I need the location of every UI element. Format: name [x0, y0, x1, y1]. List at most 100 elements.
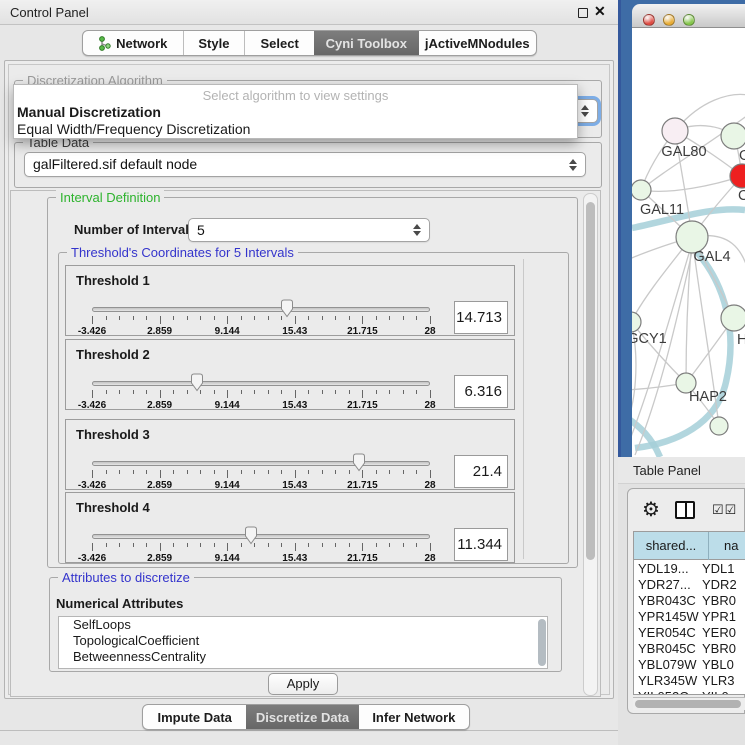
- tab-select[interactable]: Select: [244, 31, 314, 55]
- network-node-GAL80[interactable]: [662, 118, 688, 144]
- network-node-GAL11[interactable]: [632, 180, 651, 200]
- tab-jactivemnodules[interactable]: jActiveMNodules: [419, 31, 536, 55]
- network-node-H[interactable]: [721, 305, 745, 331]
- threshold-row: Threshold 3 -3.4262.8599.14415.4321.7152…: [65, 419, 515, 490]
- threshold-slider[interactable]: -3.4262.8599.14415.4321.71528: [92, 294, 430, 336]
- cell-name[interactable]: YDR2: [702, 577, 745, 593]
- algorithm-option-manual[interactable]: Manual Discretization: [17, 104, 161, 120]
- tick-mark: [200, 543, 201, 547]
- cell-name[interactable]: YDL1: [702, 561, 745, 577]
- attributes-scrollbar[interactable]: [538, 619, 546, 666]
- cell-shared-name[interactable]: YBR045C: [638, 641, 708, 657]
- cell-shared-name[interactable]: YPR145W: [638, 609, 708, 625]
- tab-network[interactable]: Network: [83, 31, 183, 55]
- traffic-light-zoom-button[interactable]: [683, 14, 695, 26]
- algorithm-option-equal-width[interactable]: Equal Width/Frequency Discretization: [17, 121, 250, 137]
- cell-name[interactable]: YIL0: [702, 689, 745, 695]
- tab-style-label: Style: [198, 36, 229, 51]
- tick-mark: [389, 390, 390, 394]
- cell-name[interactable]: YPR1: [702, 609, 745, 625]
- number-of-intervals-combobox[interactable]: 5: [188, 218, 430, 242]
- table-row[interactable]: YLR345W YLR3: [634, 673, 745, 689]
- slider-thumb[interactable]: [189, 373, 205, 392]
- attribute-item[interactable]: TopologicalCoefficient: [59, 633, 547, 649]
- threshold-slider[interactable]: -3.4262.8599.14415.4321.71528: [92, 368, 430, 410]
- float-window-icon[interactable]: [578, 8, 588, 18]
- cell-name[interactable]: YBR0: [702, 593, 745, 609]
- table-data-combobox[interactable]: galFiltered.sif default node: [24, 152, 586, 177]
- cell-shared-name[interactable]: YBL079W: [638, 657, 708, 673]
- tick-label: 28: [424, 553, 435, 564]
- table-row[interactable]: YDL19... YDL1: [634, 561, 745, 577]
- network-node-unlabeled[interactable]: [710, 417, 728, 435]
- apply-button[interactable]: Apply: [268, 673, 338, 695]
- slider-tick-labels: -3.4262.8599.14415.4321.71528: [92, 400, 430, 411]
- columns-icon[interactable]: [675, 501, 695, 519]
- tick-mark: [268, 316, 269, 320]
- traffic-light-minimize-button[interactable]: [663, 14, 675, 26]
- algorithm-hint-option[interactable]: Select algorithm to view settings: [14, 88, 577, 103]
- interval-definition-label: Interval Definition: [56, 190, 164, 205]
- scrollbar-thumb[interactable]: [586, 202, 595, 560]
- tab-discretize-data[interactable]: Discretize Data: [246, 705, 358, 729]
- slider-tick-labels: -3.4262.8599.14415.4321.71528: [92, 480, 430, 491]
- cell-name[interactable]: YLR3: [702, 673, 745, 689]
- gear-icon[interactable]: ⚙: [642, 497, 660, 522]
- slider-ticks: [92, 390, 430, 399]
- table-row[interactable]: YER054C YER0: [634, 625, 745, 641]
- network-canvas[interactable]: GAL80GACGAL11GAL4GCY1HHAP2: [632, 28, 745, 457]
- table-row[interactable]: YDR27... YDR2: [634, 577, 745, 593]
- slider-track[interactable]: [92, 461, 430, 466]
- cell-name[interactable]: YBL0: [702, 657, 745, 673]
- slider-thumb[interactable]: [351, 453, 367, 472]
- network-node-GA[interactable]: [721, 123, 745, 149]
- column-header-shared-name[interactable]: shared...: [634, 532, 709, 560]
- tick-mark: [349, 543, 350, 547]
- threshold-value-field[interactable]: 21.4: [454, 455, 508, 488]
- tick-label: 28: [424, 326, 435, 337]
- tab-cyni-toolbox[interactable]: Cyni Toolbox: [314, 31, 419, 55]
- slider-thumb[interactable]: [279, 299, 295, 318]
- close-icon[interactable]: ✕: [594, 3, 606, 20]
- threshold-value-field[interactable]: 6.316: [454, 375, 508, 408]
- algorithm-dropdown-popup: Select algorithm to view settings Manual…: [13, 84, 578, 139]
- table-row[interactable]: YBR043C YBR0: [634, 593, 745, 609]
- slider-track[interactable]: [92, 307, 430, 312]
- table-row[interactable]: YBL079W YBL0: [634, 657, 745, 673]
- cell-shared-name[interactable]: YLR345W: [638, 673, 708, 689]
- threshold-value-field[interactable]: 14.713: [454, 301, 508, 334]
- select-all-checkboxes-icon[interactable]: ☑☑: [712, 502, 737, 518]
- table-row[interactable]: YBR045C YBR0: [634, 641, 745, 657]
- scrollbar-thumb[interactable]: [635, 700, 741, 708]
- slider-track[interactable]: [92, 381, 430, 386]
- network-node-C[interactable]: [730, 164, 745, 188]
- tab-impute-data[interactable]: Impute Data: [143, 705, 246, 729]
- cell-shared-name[interactable]: YDL19...: [638, 561, 708, 577]
- tab-style[interactable]: Style: [183, 31, 245, 55]
- attribute-item[interactable]: BetweennessCentrality: [59, 649, 547, 665]
- tick-mark: [349, 470, 350, 474]
- threshold-value-field[interactable]: 11.344: [454, 528, 508, 561]
- cell-shared-name[interactable]: YIL052C: [638, 689, 708, 695]
- cell-shared-name[interactable]: YER054C: [638, 625, 708, 641]
- cell-name[interactable]: YBR0: [702, 641, 745, 657]
- tick-mark: [281, 470, 282, 474]
- table-row[interactable]: YPR145W YPR1: [634, 609, 745, 625]
- slider-track[interactable]: [92, 534, 430, 539]
- cell-name[interactable]: YER0: [702, 625, 745, 641]
- attribute-item[interactable]: SelfLoops: [59, 617, 547, 633]
- tick-mark: [160, 390, 161, 398]
- table-row[interactable]: YIL052C YIL0: [634, 689, 745, 695]
- network-node-GCY1[interactable]: [632, 312, 641, 332]
- column-header-name[interactable]: na: [710, 532, 745, 560]
- settings-vertical-scrollbar[interactable]: [583, 193, 598, 696]
- table-horizontal-scrollbar[interactable]: [633, 697, 745, 710]
- cell-shared-name[interactable]: YDR27...: [638, 577, 708, 593]
- tab-infer-network[interactable]: Infer Network: [359, 705, 469, 729]
- slider-thumb[interactable]: [243, 526, 259, 545]
- threshold-slider[interactable]: -3.4262.8599.14415.4321.71528: [92, 521, 430, 563]
- network-graph[interactable]: GAL80GACGAL11GAL4GCY1HHAP2: [632, 28, 745, 457]
- traffic-light-close-button[interactable]: [643, 14, 655, 26]
- cell-shared-name[interactable]: YBR043C: [638, 593, 708, 609]
- threshold-slider[interactable]: -3.4262.8599.14415.4321.71528: [92, 448, 430, 490]
